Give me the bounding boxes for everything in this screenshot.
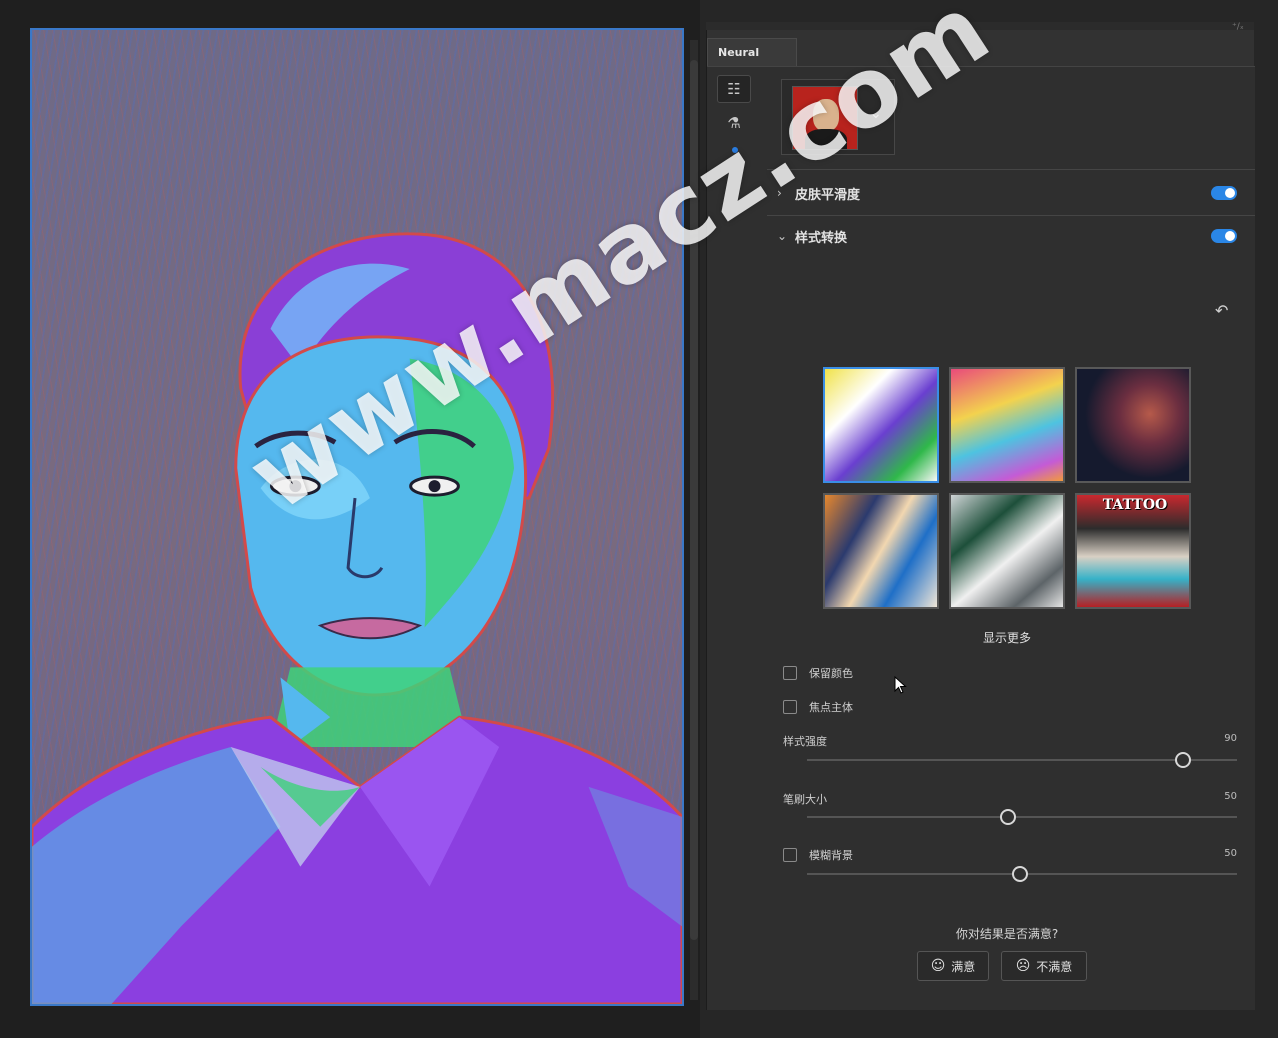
status-dot (732, 147, 738, 153)
filter-row-skin-smoothing[interactable]: › 皮肤平滑度 (777, 179, 1237, 207)
skin-smoothing-toggle[interactable] (1211, 186, 1237, 200)
panel-body: ☷ ⚗ ⌄ › 皮肤平滑度 ⌄ 样式转换 ↶ TATTOO 显示更多 保留颜色 … (707, 66, 1255, 1010)
mouse-cursor-icon (894, 676, 907, 694)
blur-background-slider-thumb[interactable] (1011, 866, 1028, 882)
canvas-image[interactable] (30, 28, 684, 1006)
focus-subject-label: 焦点主体 (809, 701, 853, 714)
blur-background-label: 模糊背景 (809, 849, 853, 862)
show-more-link[interactable]: 显示更多 (707, 629, 1278, 646)
brush-size-slider-thumb[interactable] (999, 809, 1016, 825)
blur-background-slider[interactable] (807, 866, 1237, 882)
strength-slider-thumb[interactable] (1174, 752, 1191, 768)
strength-slider[interactable] (807, 752, 1237, 768)
preserve-color-checkbox[interactable] (783, 666, 797, 680)
unsatisfied-button[interactable]: ☹ 不满意 (1001, 951, 1087, 981)
preview-thumbnail (792, 86, 858, 150)
flask-icon[interactable]: ⚗ (717, 109, 751, 137)
preserve-color-label: 保留颜色 (809, 667, 853, 680)
chevron-right-icon[interactable]: › (777, 186, 795, 200)
tattoo-text: TATTOO (1102, 497, 1168, 513)
preview-body (805, 129, 847, 149)
preview-face (813, 99, 839, 131)
frown-icon: ☹ (1015, 958, 1031, 974)
style-thumb-3[interactable] (1075, 367, 1191, 483)
unsatisfied-label: 不满意 (1036, 959, 1073, 974)
chevron-down-icon[interactable]: ⌄ (870, 106, 882, 122)
panel-top-strip (706, 22, 1254, 30)
neural-filters-panel: Neural Filters ☷ ⚗ ⌄ › 皮肤平滑度 (706, 30, 1255, 1010)
style-transfer-toggle[interactable] (1211, 229, 1237, 243)
style-thumbnail-grid: TATTOO (823, 367, 1195, 613)
focus-subject-checkbox[interactable] (783, 700, 797, 714)
panel-toolbar: ☷ ⚗ (717, 75, 753, 195)
strength-label: 样式强度 (783, 735, 827, 748)
divider (767, 215, 1255, 216)
divider (767, 169, 1255, 170)
style-thumb-4[interactable] (823, 493, 939, 609)
app-window: ⁺/ₓ Neural Filters ☷ ⚗ ⌄ › 皮肤平滑度 (0, 0, 1278, 1038)
strength-value: 90 (1224, 733, 1237, 744)
canvas-area[interactable] (0, 0, 700, 1038)
tab-neural-filters[interactable]: Neural Filters (707, 38, 797, 87)
preserve-color-row[interactable]: 保留颜色 (783, 665, 853, 681)
brush-size-label: 笔刷大小 (783, 793, 827, 806)
focus-subject-row[interactable]: 焦点主体 (783, 699, 853, 715)
style-thumb-5[interactable] (949, 493, 1065, 609)
stylized-portrait (32, 232, 682, 1004)
blur-background-row[interactable]: 模糊背景 (783, 847, 853, 863)
canvas-scrollbar[interactable] (690, 40, 698, 1000)
filter-label: 皮肤平滑度 (795, 187, 861, 203)
filter-row-style-transfer[interactable]: ⌄ 样式转换 (777, 222, 1237, 250)
style-thumb-2[interactable] (949, 367, 1065, 483)
feedback-question: 你对结果是否满意? (955, 927, 1059, 941)
brush-size-value: 50 (1224, 791, 1237, 802)
chevron-down-icon[interactable]: ⌄ (777, 229, 795, 243)
style-thumb-1[interactable] (823, 367, 939, 483)
output-preview-selector[interactable]: ⌄ (781, 79, 895, 155)
blur-background-value: 50 (1224, 848, 1237, 859)
canvas-scroll-thumb[interactable] (690, 60, 698, 940)
brush-size-slider[interactable] (807, 809, 1237, 825)
reset-icon[interactable]: ↶ (1215, 301, 1228, 320)
satisfied-button[interactable]: ☺ 满意 (917, 951, 989, 981)
satisfied-label: 满意 (951, 959, 976, 974)
filter-label: 样式转换 (795, 230, 848, 246)
style-thumb-6[interactable]: TATTOO (1075, 493, 1191, 609)
smile-icon: ☺ (930, 958, 946, 974)
sliders-icon[interactable]: ☷ (717, 75, 751, 103)
blur-background-checkbox[interactable] (783, 848, 797, 862)
